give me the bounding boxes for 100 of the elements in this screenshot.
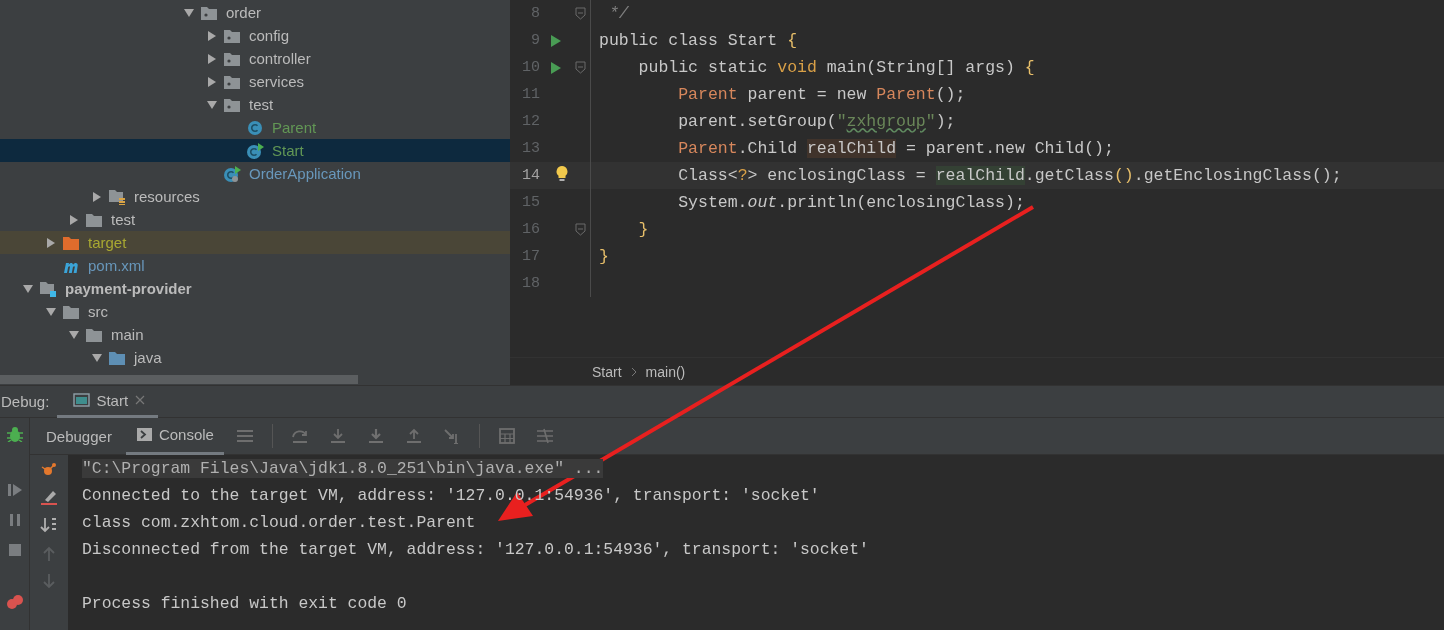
trace-icon bbox=[535, 428, 554, 444]
console-line: Process finished with exit code 0 bbox=[82, 594, 407, 613]
line-number: 9 bbox=[530, 32, 540, 49]
tree-item[interactable]: main bbox=[0, 323, 510, 346]
line-number: 15 bbox=[521, 194, 540, 211]
collapse-arrow-icon[interactable] bbox=[183, 6, 195, 19]
expand-arrow-icon[interactable] bbox=[206, 52, 218, 65]
console-icon bbox=[135, 427, 153, 442]
code-line: Class<?> enclosingClass = realChild.getClass().getEnclosingClass(); bbox=[677, 166, 1342, 185]
step-into-icon bbox=[328, 428, 347, 444]
breakpoints-icon bbox=[5, 594, 24, 610]
line-number: 12 bbox=[521, 113, 540, 130]
tree-item[interactable]: OrderApplication bbox=[0, 162, 510, 185]
item-label: services bbox=[249, 73, 304, 90]
item-label: config bbox=[249, 27, 290, 44]
expand-arrow-icon[interactable] bbox=[68, 213, 80, 226]
tree-item[interactable]: payment-provider bbox=[0, 277, 510, 300]
console-line: Disconnected from the target VM, address: '127.0.0.1:54936', transport: 'socket' bbox=[82, 540, 869, 559]
item-label: test bbox=[249, 96, 274, 113]
package-icon bbox=[223, 96, 241, 113]
code-line: Parent parent = new Parent(); bbox=[677, 85, 966, 104]
class-icon bbox=[246, 119, 264, 136]
tree-item[interactable]: services bbox=[0, 70, 510, 93]
tree-item[interactable]: src bbox=[0, 300, 510, 323]
item-label: Parent bbox=[272, 119, 317, 136]
line-number: 11 bbox=[521, 86, 540, 103]
clear-icon bbox=[40, 489, 58, 505]
line-number: 18 bbox=[521, 275, 540, 292]
item-label: OrderApplication bbox=[249, 165, 361, 182]
expand-arrow-icon[interactable] bbox=[45, 236, 57, 249]
collapse-arrow-icon[interactable] bbox=[206, 98, 218, 111]
panel-title: Debug: bbox=[0, 393, 51, 410]
code-line: } bbox=[598, 247, 609, 266]
code-line: parent.setGroup("zxhgroup"); bbox=[677, 112, 956, 131]
tree-item[interactable]: Start bbox=[0, 139, 510, 162]
code-line: public static void main(String[] args) { bbox=[637, 58, 1035, 77]
line-number: 10 bbox=[521, 59, 540, 76]
tree-item[interactable]: test bbox=[0, 208, 510, 231]
restore-layout-icon bbox=[40, 461, 58, 477]
item-label: src bbox=[88, 303, 108, 320]
item-label: main bbox=[111, 326, 144, 343]
class-icon bbox=[246, 142, 264, 159]
package-icon bbox=[200, 4, 218, 21]
code-line: Parent.Child realChild = parent.new Child(); bbox=[677, 139, 1114, 158]
lightbulb-icon[interactable] bbox=[555, 165, 569, 182]
tree-item[interactable]: target bbox=[0, 231, 510, 254]
tree-item[interactable]: test bbox=[0, 93, 510, 116]
code-line: */ bbox=[607, 4, 629, 23]
line-number: 13 bbox=[521, 140, 540, 157]
line-number: 17 bbox=[521, 248, 540, 265]
scrollbar[interactable] bbox=[0, 375, 358, 384]
panel-tab[interactable]: Console bbox=[125, 417, 224, 455]
module-icon bbox=[39, 280, 57, 297]
item-label: order bbox=[226, 4, 262, 21]
breadcrumb[interactable]: main() bbox=[645, 363, 686, 380]
item-label: Start bbox=[272, 142, 304, 159]
run-to-cursor-icon bbox=[442, 428, 461, 444]
collapse-arrow-icon[interactable] bbox=[22, 282, 34, 295]
item-label: java bbox=[134, 349, 162, 366]
collapse-arrow-icon[interactable] bbox=[45, 305, 57, 318]
tree-item[interactable]: controller bbox=[0, 47, 510, 70]
run-icon[interactable] bbox=[550, 33, 562, 48]
tree-item[interactable]: pom.xml bbox=[0, 254, 510, 277]
console-line: class com.zxhtom.cloud.order.test.Parent bbox=[82, 513, 476, 532]
package-icon bbox=[223, 50, 241, 67]
folder-icon bbox=[85, 326, 103, 343]
bug-icon bbox=[5, 426, 24, 442]
calculator-icon bbox=[497, 428, 516, 444]
collapse-arrow-icon[interactable] bbox=[68, 328, 80, 341]
item-label: payment-provider bbox=[65, 280, 192, 297]
panel-tab[interactable]: Debugger bbox=[36, 417, 122, 455]
window-icon bbox=[73, 392, 91, 408]
folder-icon bbox=[62, 303, 80, 320]
step-over-icon bbox=[290, 428, 309, 444]
expand-arrow-icon[interactable] bbox=[206, 75, 218, 88]
step-out-icon bbox=[404, 428, 423, 444]
collapse-arrow-icon[interactable] bbox=[91, 351, 103, 364]
tree-item[interactable]: config bbox=[0, 24, 510, 47]
down-arrow-icon bbox=[40, 573, 58, 589]
package-icon bbox=[223, 73, 241, 90]
expand-arrow-icon[interactable] bbox=[206, 29, 218, 42]
tree-item[interactable]: Parent bbox=[0, 116, 510, 139]
item-label: controller bbox=[249, 50, 311, 67]
run-icon[interactable] bbox=[550, 60, 562, 75]
item-label: target bbox=[88, 234, 127, 251]
tree-item[interactable]: java bbox=[0, 346, 510, 369]
item-label: test bbox=[111, 211, 136, 228]
expand-arrow-icon[interactable] bbox=[91, 190, 103, 203]
tree-item[interactable]: resources bbox=[0, 185, 510, 208]
code-line: } bbox=[637, 220, 649, 239]
breadcrumb[interactable]: Start bbox=[592, 363, 622, 380]
item-label: resources bbox=[134, 188, 200, 205]
class-icon bbox=[223, 165, 241, 182]
tree-item[interactable]: order bbox=[0, 1, 510, 24]
close-icon bbox=[134, 394, 147, 406]
item-label: pom.xml bbox=[88, 257, 145, 274]
sort-icon bbox=[40, 517, 58, 533]
line-number: 14 bbox=[521, 167, 540, 184]
folder-icon bbox=[62, 234, 80, 251]
package-icon bbox=[223, 27, 241, 44]
